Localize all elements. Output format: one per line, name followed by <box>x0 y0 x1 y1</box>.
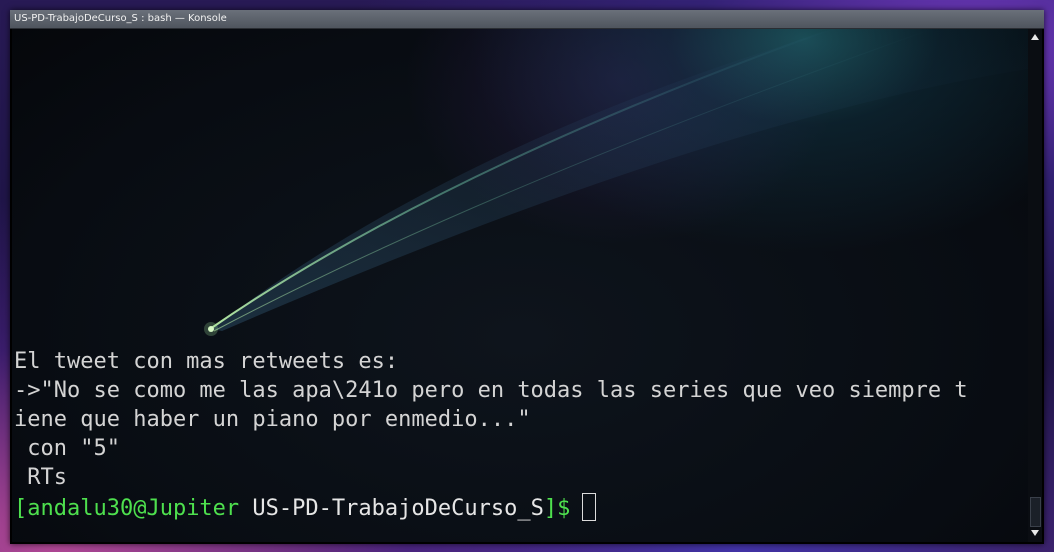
prompt-user-host: andalu30@Jupiter <box>27 496 240 521</box>
konsole-window[interactable]: US-PD-TrabajoDeCurso_S : bash — Konsole <box>10 10 1044 544</box>
vertical-scrollbar[interactable] <box>1028 29 1042 542</box>
prompt-symbol: ]$ <box>543 496 571 521</box>
output-line: RTs <box>14 465 67 490</box>
output-line: El tweet con mas retweets es: <box>14 349 399 374</box>
window-title: US-PD-TrabajoDeCurso_S : bash — Konsole <box>14 13 227 24</box>
terminal-output: El tweet con mas retweets es: ->"No se c… <box>14 347 968 492</box>
output-line: con "5" <box>14 436 120 461</box>
window-titlebar[interactable]: US-PD-TrabajoDeCurso_S : bash — Konsole <box>10 10 1044 29</box>
terminal-area[interactable]: El tweet con mas retweets es: ->"No se c… <box>12 29 1028 542</box>
scroll-up-icon[interactable] <box>1031 34 1039 40</box>
prompt-cwd: US-PD-TrabajoDeCurso_S <box>252 496 544 521</box>
output-line: iene que haber un piano por enmedio..." <box>14 407 531 432</box>
shell-prompt[interactable]: [andalu30@Jupiter US-PD-TrabajoDeCurso_S… <box>14 493 597 523</box>
scroll-down-icon[interactable] <box>1031 530 1039 536</box>
prompt-open-bracket: [ <box>14 496 28 521</box>
scrollbar-thumb[interactable] <box>1030 497 1041 527</box>
output-line: ->"No se como me las apa\241o pero en to… <box>14 378 968 403</box>
text-cursor[interactable] <box>582 493 597 521</box>
